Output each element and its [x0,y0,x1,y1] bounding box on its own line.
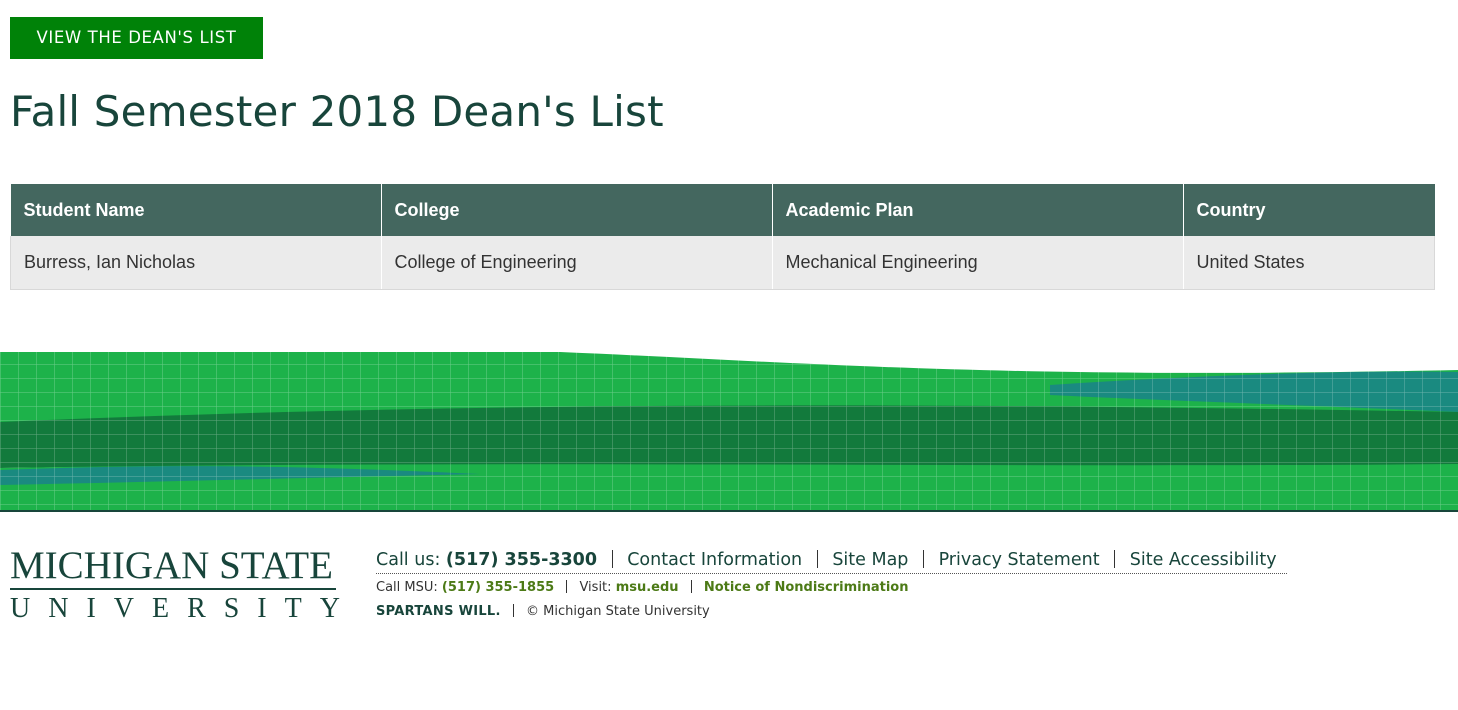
college-cell: College of Engineering [381,236,773,290]
logo-letter: I [257,593,267,624]
divider [512,604,514,617]
logo-letter: V [113,593,134,624]
logo-letter: S [223,593,240,624]
page-title: Fall Semester 2018 Dean's List [10,87,664,136]
site-accessibility-link[interactable]: Site Accessibility [1130,550,1277,570]
divider [816,550,818,568]
logo-wordmark-bottom: U N I V E R S I T Y [10,592,340,626]
footer-secondary-links: Call MSU: (517) 355-1855 Visit: msu.edu … [376,578,1287,598]
footer-primary-links: Call us: (517) 355-3300 Contact Informat… [376,547,1287,574]
column-header-country: Country [1183,184,1435,236]
country-cell: United States [1183,236,1435,290]
nondiscrimination-link[interactable]: Notice of Nondiscrimination [704,580,909,595]
site-map-link[interactable]: Site Map [832,550,908,570]
column-header-academic-plan: Academic Plan [772,184,1184,236]
table-header-row: Student Name College Academic Plan Count… [10,184,1435,236]
logo-wordmark-top: MICHIGAN STATE [10,544,333,587]
divider [611,550,613,568]
logo-letter: E [151,593,170,624]
msu-edu-link[interactable]: msu.edu [616,580,679,595]
logo-letter: R [187,593,206,624]
spartans-will-tagline: SPARTANS WILL. [376,604,501,619]
logo-letter: I [86,593,96,624]
visit-label: Visit: [579,580,612,595]
academic-plan-cell: Mechanical Engineering [772,236,1184,290]
logo-letter: Y [319,593,340,624]
logo-letter: N [48,593,69,624]
column-header-college: College [381,184,773,236]
privacy-statement-link[interactable]: Privacy Statement [939,550,1100,570]
divider [566,580,568,593]
logo-letter: U [10,593,31,624]
logo-rule [10,588,336,590]
logo-letter: T [284,593,302,624]
footer-info: Call us: (517) 355-3300 Contact Informat… [376,547,1287,622]
banner-divider [0,510,1458,512]
footer-copyright-row: SPARTANS WILL. © Michigan State Universi… [376,602,1287,622]
msu-logo[interactable]: MICHIGAN STATE U N I V E R S I T Y [10,544,340,624]
table-row: Burress, Ian Nicholas College of Enginee… [10,236,1435,290]
decorative-wave-banner [0,350,1458,510]
contact-information-link[interactable]: Contact Information [627,550,802,570]
divider [922,550,924,568]
divider [690,580,692,593]
call-msu-label: Call MSU: [376,580,438,595]
view-deans-list-button[interactable]: VIEW THE DEAN'S LIST [10,17,263,59]
call-us-label: Call us: [376,550,441,570]
column-header-student-name: Student Name [10,184,382,236]
copyright-text: © Michigan State University [526,604,710,619]
call-msu-number-link[interactable]: (517) 355-1855 [442,580,554,595]
divider [1114,550,1116,568]
student-name-cell: Burress, Ian Nicholas [10,236,382,290]
deans-list-table: Student Name College Academic Plan Count… [10,184,1435,290]
call-us-number-link[interactable]: (517) 355-3300 [446,550,597,570]
